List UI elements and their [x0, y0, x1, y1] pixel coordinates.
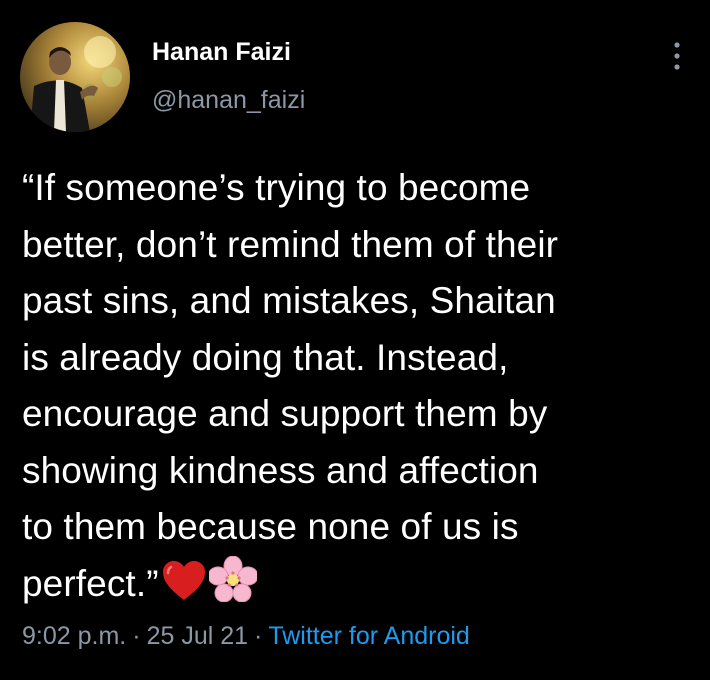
tweet-line: to them because none of us is [22, 506, 519, 547]
tweet-meta: 9:02 p.m. · 25 Jul 21 · Twitter for Android [22, 622, 470, 651]
profile-photo-icon [20, 22, 130, 132]
avatar[interactable] [20, 22, 130, 132]
more-options-button[interactable] [662, 36, 692, 76]
tweet-card: Hanan Faizi @hanan_faizi “If someone’s t… [0, 0, 710, 680]
tweet-line: encourage and support them by [22, 393, 548, 434]
tweet-line: showing kindness and affection [22, 449, 539, 491]
tweet-line: better, don’t remind them of their [22, 223, 559, 265]
tweet-time: 9:02 p.m. [22, 622, 127, 650]
tweet-line: perfect.” [22, 562, 159, 604]
tweet-line: is already doing that. Instead, [22, 336, 509, 378]
tweet-date: 25 Jul 21 [146, 622, 249, 650]
author-handle[interactable]: @hanan_faizi [152, 86, 305, 115]
tweet-text: “If someone’s trying to become better, d… [22, 160, 692, 618]
meta-separator: · [254, 622, 263, 650]
meta-separator: · [132, 622, 141, 650]
cherry-blossom-icon [207, 555, 259, 619]
tweet-line: “If someone’s trying to become [22, 167, 531, 208]
more-vertical-icon [674, 42, 680, 70]
tweet-last-line: perfect.” [22, 555, 692, 619]
tweet-line: past sins, and mistakes, Shaitan [22, 280, 556, 321]
red-heart-icon [161, 560, 207, 619]
tweet-source-link[interactable]: Twitter for Android [268, 622, 469, 650]
author-name[interactable]: Hanan Faizi [152, 38, 291, 67]
